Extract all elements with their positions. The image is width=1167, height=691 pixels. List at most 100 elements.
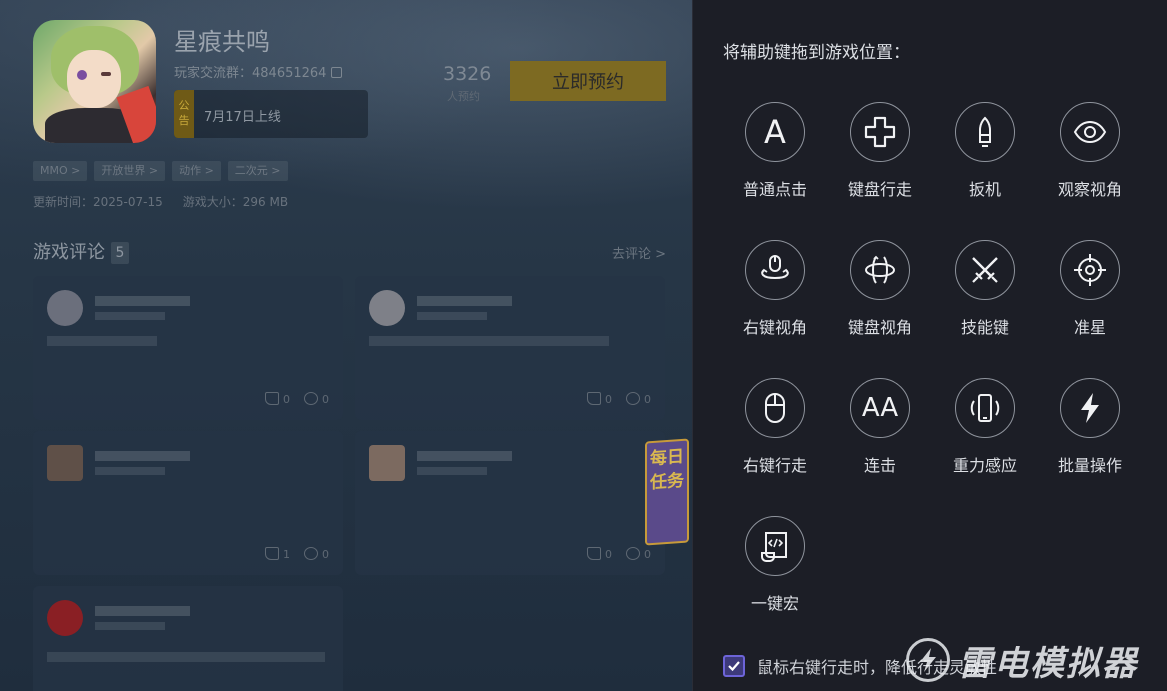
comment-icon[interactable] — [304, 547, 318, 560]
crossed-swords-icon — [955, 240, 1015, 300]
tool-observe-view[interactable]: 观察视角 — [1038, 102, 1142, 212]
comment-icon[interactable] — [304, 392, 318, 405]
tool-skill-key[interactable]: 技能键 — [933, 240, 1037, 350]
mouse-orbit-icon — [745, 240, 805, 300]
reserve-count: 3326 — [443, 63, 492, 85]
review-card[interactable]: 0 0 — [355, 431, 665, 575]
tool-right-click-walk[interactable]: 右键行走 — [723, 378, 827, 488]
avatar — [369, 445, 405, 481]
like-count: 1 — [265, 547, 290, 561]
review-stats: 0 0 — [587, 392, 651, 406]
thumbs-up-icon[interactable] — [587, 547, 601, 560]
review-card[interactable]: 0 0 — [33, 276, 343, 420]
game-meta: 更新时间：2025-07-15 游戏大小：296 MB — [33, 193, 288, 210]
notice-text: 7月17日上线 — [204, 110, 281, 125]
comment-icon[interactable] — [626, 547, 640, 560]
bullet-icon — [955, 102, 1015, 162]
thumbs-up-icon[interactable] — [265, 392, 279, 405]
tool-label: 观察视角 — [1057, 180, 1122, 199]
avatar — [369, 290, 405, 326]
daily-task-badge[interactable]: 每日任务 — [645, 438, 689, 546]
mouse-icon — [745, 378, 805, 438]
like-count: 0 — [265, 392, 290, 406]
brand-watermark: 雷电模拟器 — [906, 632, 1138, 688]
reduce-sensitivity-checkbox[interactable] — [723, 655, 745, 677]
tool-label: 重力感应 — [952, 456, 1017, 475]
tag-mmo[interactable]: MMO > — [33, 161, 88, 181]
tool-label: 技能键 — [960, 318, 1009, 337]
tool-label: 右键视角 — [742, 318, 807, 337]
game-title: 星痕共鸣 — [174, 28, 270, 56]
tool-gravity-sensor[interactable]: 重力感应 — [933, 378, 1037, 488]
review-stats: 0 0 — [587, 547, 651, 561]
game-app-icon[interactable] — [33, 20, 156, 143]
check-icon — [728, 661, 740, 672]
tool-label: 批量操作 — [1057, 456, 1122, 475]
avatar — [47, 445, 83, 481]
go-review-link[interactable]: 去评论 > — [612, 243, 666, 262]
tool-label: 右键行走 — [742, 456, 807, 475]
panel-title: 将辅助键拖到游戏位置： — [723, 43, 910, 63]
lightning-icon — [1060, 378, 1120, 438]
rotate-view-icon — [850, 240, 910, 300]
thumbs-up-icon[interactable] — [265, 547, 279, 560]
tool-label: 键盘行走 — [847, 180, 912, 199]
comment-count: 0 — [304, 392, 329, 406]
review-stats: 1 0 — [265, 547, 329, 561]
reserve-label: 人预约 — [447, 90, 480, 103]
reserve-button[interactable]: 立即预约 — [510, 61, 666, 101]
tool-label: 普通点击 — [742, 180, 807, 199]
reviews-heading: 游戏评论 5 — [33, 238, 129, 264]
game-size: 游戏大小：296 MB — [182, 195, 289, 209]
player-group-text: 玩家交流群：484651264 — [174, 66, 327, 81]
game-detail-page: 星痕共鸣 玩家交流群：484651264 公告 7月17日上线 3326 人预约… — [0, 0, 692, 691]
tag-anime[interactable]: 二次元 > — [227, 161, 288, 181]
letter-a-icon: A — [745, 102, 805, 162]
review-card[interactable]: 0 0 — [355, 276, 665, 420]
tag-open-world[interactable]: 开放世界 > — [94, 161, 166, 181]
review-stats: 0 0 — [265, 392, 329, 406]
phone-shake-icon — [955, 378, 1015, 438]
tool-combo[interactable]: AA 连击 — [828, 378, 932, 488]
review-card[interactable] — [33, 586, 343, 691]
thumbs-up-icon[interactable] — [587, 392, 601, 405]
tag-action[interactable]: 动作 > — [172, 161, 221, 181]
tool-right-click-view[interactable]: 右键视角 — [723, 240, 827, 350]
copy-icon[interactable] — [331, 67, 343, 78]
tool-keyboard-view[interactable]: 键盘视角 — [828, 240, 932, 350]
comment-count: 0 — [626, 392, 651, 406]
tool-batch-operation[interactable]: 批量操作 — [1038, 378, 1142, 488]
comment-count: 0 — [304, 547, 329, 561]
tool-label: 准星 — [1073, 318, 1106, 337]
avatar — [47, 290, 83, 326]
double-a-icon: AA — [850, 378, 910, 438]
helper-key-panel: 将辅助键拖到游戏位置： A 普通点击 键盘行走 扳机 观察视角 右键视角 键盘视… — [692, 0, 1167, 691]
crosshair-icon — [1060, 240, 1120, 300]
app-root: 星痕共鸣 玩家交流群：484651264 公告 7月17日上线 3326 人预约… — [0, 0, 1167, 691]
tool-label: 一键宏 — [750, 594, 799, 613]
tool-one-key-macro[interactable]: 一键宏 — [723, 516, 827, 626]
eye-icon — [1060, 102, 1120, 162]
lightning-logo-icon — [906, 638, 950, 682]
tool-label: 扳机 — [968, 180, 1001, 199]
tool-label: 键盘视角 — [847, 318, 912, 337]
tool-crosshair[interactable]: 准星 — [1038, 240, 1142, 350]
notice-banner[interactable]: 公告 7月17日上线 — [174, 90, 368, 138]
tool-keyboard-walk[interactable]: 键盘行走 — [828, 102, 932, 212]
tool-normal-click[interactable]: A 普通点击 — [723, 102, 827, 212]
comment-icon[interactable] — [626, 392, 640, 405]
comment-count: 0 — [626, 547, 651, 561]
like-count: 0 — [587, 392, 612, 406]
update-time: 更新时间：2025-07-15 — [33, 195, 163, 209]
brand-name: 雷电模拟器 — [958, 643, 1138, 684]
like-count: 0 — [587, 547, 612, 561]
review-card[interactable]: 1 0 — [33, 431, 343, 575]
script-scroll-icon — [745, 516, 805, 576]
reviews-count: 5 — [111, 242, 129, 264]
reviews-title: 游戏评论 — [33, 242, 105, 263]
tool-trigger[interactable]: 扳机 — [933, 102, 1037, 212]
player-group: 玩家交流群：484651264 — [174, 62, 343, 81]
notice-tag: 公告 — [174, 90, 194, 138]
dpad-cross-icon — [850, 102, 910, 162]
tool-label: 连击 — [863, 456, 896, 475]
